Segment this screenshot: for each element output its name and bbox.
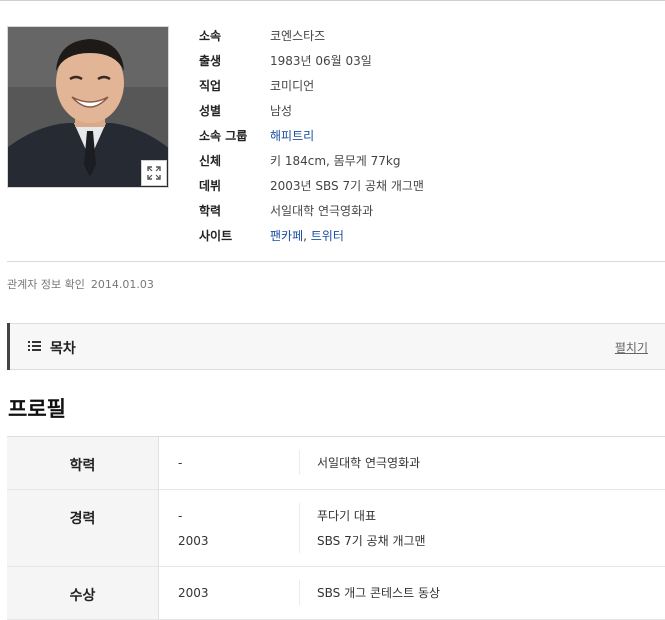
entry-desc: SBS 7기 공채 개그맨 [317,534,426,548]
info-label: 성별 [199,104,222,118]
profile-table: 학력 - 서일대학 연극영화과 경력 - 푸다기 대표 2003 SBS 7기 … [7,436,665,620]
info-label: 출생 [199,54,222,68]
group-link[interactable]: 해피트리 [270,129,314,143]
info-label: 소속 [199,29,222,43]
expand-icon [147,166,161,180]
verification-note: 관계자 정보 확인 2014.01.03 [7,276,154,292]
entry-year: - [159,503,300,528]
section-heading: 프로필 [8,397,66,421]
info-value: 키 184cm, 몸무게 77kg [270,154,401,168]
info-value: 남성 [270,104,293,118]
row-category: 경력 [7,490,159,566]
verification-date: 2014.01.03 [90,278,154,291]
info-label: 신체 [199,154,222,168]
info-row-site: 사이트 팬카페, 트위터 [199,223,424,248]
entry-year: 2003 [159,528,300,553]
list-icon [28,341,41,351]
table-row-education: 학력 - 서일대학 연극영화과 [7,437,665,490]
table-of-contents: 목차 펼치기 [7,323,665,370]
toc-expand-link[interactable]: 펼치기 [615,339,648,356]
info-value: 해피트리 [270,127,314,144]
info-row-occupation: 직업 코미디언 [199,73,424,98]
entry-desc: 푸다기 대표 [317,509,377,523]
section-divider [7,261,665,262]
toc-accent-bar [7,323,10,370]
info-row-birth: 출생 1983년 06월 03일 [199,48,424,73]
link-separator: , [303,229,311,243]
row-entries: - 서일대학 연극영화과 [159,437,665,489]
entry-year: - [159,450,300,475]
table-entry: - 푸다기 대표 [159,503,665,528]
row-category: 학력 [7,437,159,489]
info-row-gender: 성별 남성 [199,98,424,123]
row-entries: - 푸다기 대표 2003 SBS 7기 공채 개그맨 [159,490,665,566]
info-value: 1983년 06월 03일 [270,54,372,68]
profile-info-list: 소속 코엔스타즈 출생 1983년 06월 03일 직업 코미디언 성별 남성 … [199,23,424,248]
info-label: 사이트 [199,229,233,243]
info-label: 소속 그룹 [199,129,248,143]
info-value: 코엔스타즈 [270,29,326,43]
table-row-career: 경력 - 푸다기 대표 2003 SBS 7기 공채 개그맨 [7,490,665,567]
info-value: 서일대학 연극영화과 [270,204,374,218]
info-label: 데뷔 [199,179,222,193]
twitter-link[interactable]: 트위터 [311,229,344,243]
info-value: 팬카페, 트위터 [270,227,344,244]
info-row-body: 신체 키 184cm, 몸무게 77kg [199,148,424,173]
info-label: 학력 [199,204,222,218]
info-value: 코미디언 [270,79,315,93]
info-row-agency: 소속 코엔스타즈 [199,23,424,48]
info-row-education: 학력 서일대학 연극영화과 [199,198,424,223]
row-category: 수상 [7,567,159,619]
entry-year: 2003 [159,580,300,605]
verification-label: 관계자 정보 확인 [7,278,85,291]
info-value: 2003년 SBS 7기 공채 개그맨 [270,179,424,193]
expand-photo-button[interactable] [141,160,167,186]
info-row-group: 소속 그룹 해피트리 [199,123,424,148]
table-entry: 2003 SBS 7기 공채 개그맨 [159,528,665,553]
info-row-debut: 데뷔 2003년 SBS 7기 공채 개그맨 [199,173,424,198]
top-divider [0,0,665,1]
table-entry: - 서일대학 연극영화과 [159,450,665,475]
toc-title: 목차 [50,341,76,357]
table-row-awards: 수상 2003 SBS 개그 콘테스트 동상 [7,567,665,620]
entry-desc: SBS 개그 콘테스트 동상 [317,586,441,600]
entry-desc: 서일대학 연극영화과 [317,456,421,470]
fancafe-link[interactable]: 팬카페 [270,229,303,243]
info-label: 직업 [199,79,222,93]
table-entry: 2003 SBS 개그 콘테스트 동상 [159,580,665,605]
profile-photo[interactable] [7,26,169,188]
row-entries: 2003 SBS 개그 콘테스트 동상 [159,567,665,619]
